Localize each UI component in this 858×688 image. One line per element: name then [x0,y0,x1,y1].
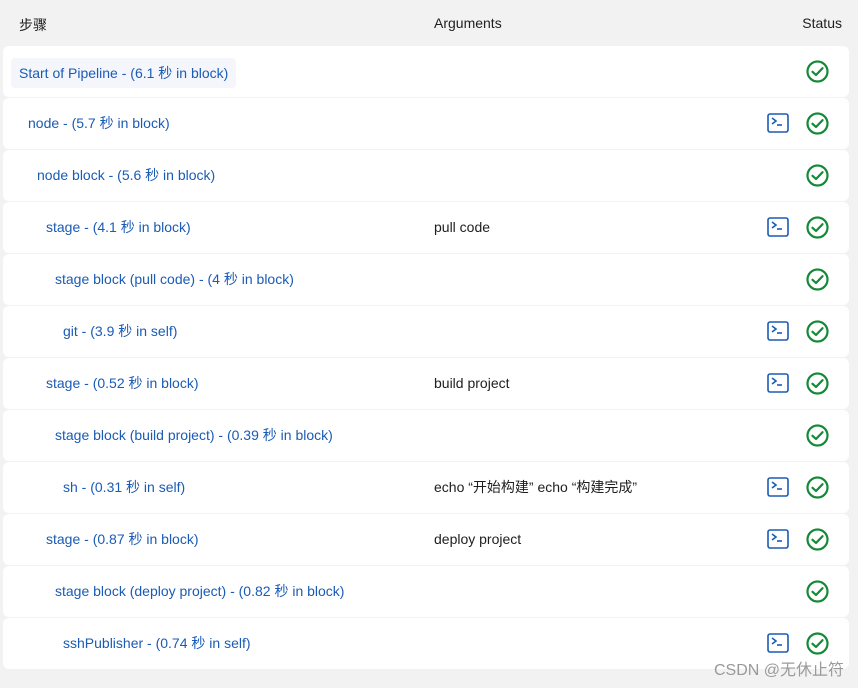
step-link[interactable]: stage block (build project) - (0.39 秒 in… [55,410,333,461]
column-header-step: 步骤 [19,17,47,33]
table-row: node - (5.7 秒 in block) [3,98,849,149]
terminal-icon[interactable] [767,113,789,133]
check-circle-icon [806,268,829,291]
step-link[interactable]: node block - (5.6 秒 in block) [37,150,215,201]
step-link[interactable]: git - (3.9 秒 in self) [63,306,177,357]
step-arguments: deploy project [434,531,522,547]
table-row: Start of Pipeline - (6.1 秒 in block) [3,46,849,97]
step-link[interactable]: stage - (0.52 秒 in block) [46,358,199,409]
check-circle-icon [806,164,829,187]
table-header: 步骤 Arguments Status [0,0,858,46]
step-link[interactable]: stage - (0.87 秒 in block) [46,514,199,565]
terminal-icon[interactable] [767,529,789,549]
terminal-icon[interactable] [767,633,789,653]
check-circle-icon [806,216,829,239]
step-link[interactable]: stage block (pull code) - (4 秒 in block) [55,254,294,305]
table-row: node block - (5.6 秒 in block) [3,150,849,201]
table-row: stage - (0.52 秒 in block) build project [3,358,849,409]
table-row: stage block (build project) - (0.39 秒 in… [3,410,849,461]
step-arguments: pull code [434,219,491,235]
check-circle-icon [806,476,829,499]
table-row: sh - (0.31 秒 in self) echo “开始构建” echo “构… [3,462,849,513]
step-link[interactable]: stage - (4.1 秒 in block) [46,202,191,253]
terminal-icon[interactable] [767,217,789,237]
terminal-icon[interactable] [767,321,789,341]
column-header-status: Status [802,15,842,31]
table-row: stage block (deploy project) - (0.82 秒 i… [3,566,849,617]
step-link[interactable]: sshPublisher - (0.74 秒 in self) [63,618,251,669]
terminal-icon[interactable] [767,477,789,497]
check-circle-icon [806,60,829,83]
check-circle-icon [806,632,829,655]
check-circle-icon [806,372,829,395]
terminal-icon[interactable] [767,373,789,393]
check-circle-icon [806,320,829,343]
table-row: git - (3.9 秒 in self) [3,306,849,357]
step-arguments: echo “开始构建” echo “构建完成” [434,479,638,495]
step-link[interactable]: stage block (deploy project) - (0.82 秒 i… [55,566,344,617]
step-link[interactable]: node - (5.7 秒 in block) [28,98,170,149]
check-circle-icon [806,112,829,135]
step-arguments: build project [434,375,510,391]
table-row: stage - (4.1 秒 in block) pull code [3,202,849,253]
check-circle-icon [806,528,829,551]
column-header-arguments: Arguments [434,15,502,31]
check-circle-icon [806,580,829,603]
step-link[interactable]: sh - (0.31 秒 in self) [63,462,185,513]
watermark: CSDN @无休止符 [713,662,844,679]
table-row: stage block (pull code) - (4 秒 in block) [3,254,849,305]
steps-table: Start of Pipeline - (6.1 秒 in block) node… [3,46,849,670]
table-row: stage - (0.87 秒 in block) deploy project [3,514,849,565]
step-link[interactable]: Start of Pipeline - (6.1 秒 in block) [11,58,237,88]
check-circle-icon [806,424,829,447]
